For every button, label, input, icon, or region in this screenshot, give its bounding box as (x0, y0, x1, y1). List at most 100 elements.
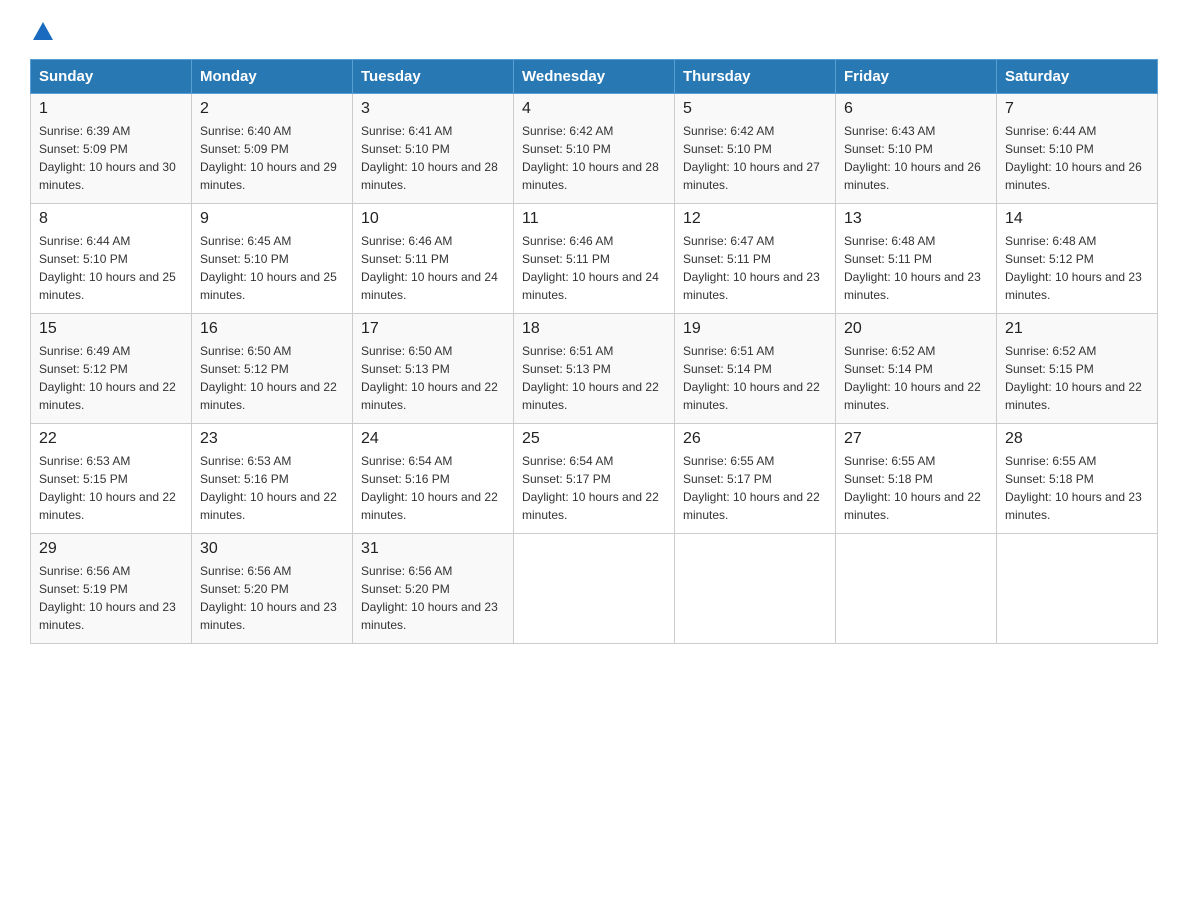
calendar-cell (675, 534, 836, 644)
day-number: 20 (844, 320, 988, 338)
day-number: 21 (1005, 320, 1149, 338)
calendar-cell: 4 Sunrise: 6:42 AMSunset: 5:10 PMDaylight… (514, 94, 675, 204)
calendar-cell: 31 Sunrise: 6:56 AMSunset: 5:20 PMDayligh… (353, 534, 514, 644)
calendar-cell: 20 Sunrise: 6:52 AMSunset: 5:14 PMDayligh… (836, 314, 997, 424)
day-info: Sunrise: 6:51 AMSunset: 5:13 PMDaylight:… (522, 342, 666, 414)
calendar-cell: 8 Sunrise: 6:44 AMSunset: 5:10 PMDaylight… (31, 204, 192, 314)
day-number: 3 (361, 100, 505, 118)
calendar-cell: 24 Sunrise: 6:54 AMSunset: 5:16 PMDayligh… (353, 424, 514, 534)
day-info: Sunrise: 6:45 AMSunset: 5:10 PMDaylight:… (200, 232, 344, 304)
day-info: Sunrise: 6:42 AMSunset: 5:10 PMDaylight:… (683, 122, 827, 194)
header-monday: Monday (192, 60, 353, 94)
calendar-cell: 29Sunrise: 6:56 AMSunset: 5:19 PMDayligh… (31, 534, 192, 644)
day-number: 4 (522, 100, 666, 118)
calendar-cell (997, 534, 1158, 644)
day-info: Sunrise: 6:56 AMSunset: 5:19 PMDaylight:… (39, 562, 183, 634)
day-info: Sunrise: 6:49 AMSunset: 5:12 PMDaylight:… (39, 342, 183, 414)
day-number: 15 (39, 320, 183, 338)
day-number: 24 (361, 430, 505, 448)
calendar-cell: 26 Sunrise: 6:55 AMSunset: 5:17 PMDayligh… (675, 424, 836, 534)
header-friday: Friday (836, 60, 997, 94)
day-number: 6 (844, 100, 988, 118)
day-info: Sunrise: 6:54 AMSunset: 5:16 PMDaylight:… (361, 452, 505, 524)
day-info: Sunrise: 6:47 AMSunset: 5:11 PMDaylight:… (683, 232, 827, 304)
calendar-cell: 30Sunrise: 6:56 AMSunset: 5:20 PMDayligh… (192, 534, 353, 644)
calendar-week-row: 8 Sunrise: 6:44 AMSunset: 5:10 PMDaylight… (31, 204, 1158, 314)
day-info: Sunrise: 6:41 AMSunset: 5:10 PMDaylight:… (361, 122, 505, 194)
day-number: 30 (200, 540, 344, 558)
day-number: 7 (1005, 100, 1149, 118)
day-info: Sunrise: 6:55 AMSunset: 5:18 PMDaylight:… (1005, 452, 1149, 524)
header-wednesday: Wednesday (514, 60, 675, 94)
day-info: Sunrise: 6:53 AMSunset: 5:16 PMDaylight:… (200, 452, 344, 524)
day-number: 2 (200, 100, 344, 118)
calendar-week-row: 22 Sunrise: 6:53 AMSunset: 5:15 PMDayligh… (31, 424, 1158, 534)
calendar-cell: 2 Sunrise: 6:40 AMSunset: 5:09 PMDaylight… (192, 94, 353, 204)
calendar-cell: 12 Sunrise: 6:47 AMSunset: 5:11 PMDayligh… (675, 204, 836, 314)
header-thursday: Thursday (675, 60, 836, 94)
calendar-cell: 22 Sunrise: 6:53 AMSunset: 5:15 PMDayligh… (31, 424, 192, 534)
day-number: 23 (200, 430, 344, 448)
day-number: 11 (522, 210, 666, 228)
calendar-cell (836, 534, 997, 644)
day-number: 10 (361, 210, 505, 228)
day-info: Sunrise: 6:48 AMSunset: 5:12 PMDaylight:… (1005, 232, 1149, 304)
calendar-cell: 21 Sunrise: 6:52 AMSunset: 5:15 PMDayligh… (997, 314, 1158, 424)
day-number: 9 (200, 210, 344, 228)
day-number: 22 (39, 430, 183, 448)
day-info: Sunrise: 6:48 AMSunset: 5:11 PMDaylight:… (844, 232, 988, 304)
day-info: Sunrise: 6:42 AMSunset: 5:10 PMDaylight:… (522, 122, 666, 194)
day-info: Sunrise: 6:46 AMSunset: 5:11 PMDaylight:… (522, 232, 666, 304)
day-info: Sunrise: 6:56 AMSunset: 5:20 PMDaylight:… (361, 562, 505, 634)
calendar-cell: 28 Sunrise: 6:55 AMSunset: 5:18 PMDayligh… (997, 424, 1158, 534)
day-number: 26 (683, 430, 827, 448)
page-header (30, 20, 1158, 39)
day-info: Sunrise: 6:52 AMSunset: 5:15 PMDaylight:… (1005, 342, 1149, 414)
day-info: Sunrise: 6:40 AMSunset: 5:09 PMDaylight:… (200, 122, 344, 194)
calendar-cell: 23 Sunrise: 6:53 AMSunset: 5:16 PMDayligh… (192, 424, 353, 534)
header-tuesday: Tuesday (353, 60, 514, 94)
calendar-week-row: 1Sunrise: 6:39 AMSunset: 5:09 PMDaylight… (31, 94, 1158, 204)
calendar-cell: 14 Sunrise: 6:48 AMSunset: 5:12 PMDayligh… (997, 204, 1158, 314)
day-number: 25 (522, 430, 666, 448)
calendar-cell: 16Sunrise: 6:50 AMSunset: 5:12 PMDayligh… (192, 314, 353, 424)
calendar-cell: 3 Sunrise: 6:41 AMSunset: 5:10 PMDaylight… (353, 94, 514, 204)
day-info: Sunrise: 6:51 AMSunset: 5:14 PMDaylight:… (683, 342, 827, 414)
day-number: 8 (39, 210, 183, 228)
day-number: 12 (683, 210, 827, 228)
day-number: 14 (1005, 210, 1149, 228)
day-number: 19 (683, 320, 827, 338)
day-number: 27 (844, 430, 988, 448)
calendar-cell: 15 Sunrise: 6:49 AMSunset: 5:12 PMDayligh… (31, 314, 192, 424)
day-info: Sunrise: 6:53 AMSunset: 5:15 PMDaylight:… (39, 452, 183, 524)
day-number: 31 (361, 540, 505, 558)
day-number: 18 (522, 320, 666, 338)
calendar-cell: 19 Sunrise: 6:51 AMSunset: 5:14 PMDayligh… (675, 314, 836, 424)
day-number: 13 (844, 210, 988, 228)
header-sunday: Sunday (31, 60, 192, 94)
day-number: 16 (200, 320, 344, 338)
header-saturday: Saturday (997, 60, 1158, 94)
day-info: Sunrise: 6:50 AMSunset: 5:13 PMDaylight:… (361, 342, 505, 414)
day-info: Sunrise: 6:44 AMSunset: 5:10 PMDaylight:… (39, 232, 183, 304)
calendar-cell: 13 Sunrise: 6:48 AMSunset: 5:11 PMDayligh… (836, 204, 997, 314)
day-info: Sunrise: 6:55 AMSunset: 5:18 PMDaylight:… (844, 452, 988, 524)
calendar-week-row: 29Sunrise: 6:56 AMSunset: 5:19 PMDayligh… (31, 534, 1158, 644)
day-info: Sunrise: 6:52 AMSunset: 5:14 PMDaylight:… (844, 342, 988, 414)
calendar-cell: 5Sunrise: 6:42 AMSunset: 5:10 PMDaylight… (675, 94, 836, 204)
calendar-cell: 27 Sunrise: 6:55 AMSunset: 5:18 PMDayligh… (836, 424, 997, 534)
day-info: Sunrise: 6:44 AMSunset: 5:10 PMDaylight:… (1005, 122, 1149, 194)
calendar-cell: 17Sunrise: 6:50 AMSunset: 5:13 PMDayligh… (353, 314, 514, 424)
day-info: Sunrise: 6:54 AMSunset: 5:17 PMDaylight:… (522, 452, 666, 524)
calendar-table: SundayMondayTuesdayWednesdayThursdayFrid… (30, 59, 1158, 644)
calendar-cell: 25 Sunrise: 6:54 AMSunset: 5:17 PMDayligh… (514, 424, 675, 534)
day-info: Sunrise: 6:55 AMSunset: 5:17 PMDaylight:… (683, 452, 827, 524)
day-info: Sunrise: 6:46 AMSunset: 5:11 PMDaylight:… (361, 232, 505, 304)
day-info: Sunrise: 6:43 AMSunset: 5:10 PMDaylight:… (844, 122, 988, 194)
calendar-cell: 11 Sunrise: 6:46 AMSunset: 5:11 PMDayligh… (514, 204, 675, 314)
calendar-cell (514, 534, 675, 644)
calendar-header-row: SundayMondayTuesdayWednesdayThursdayFrid… (31, 60, 1158, 94)
calendar-cell: 1Sunrise: 6:39 AMSunset: 5:09 PMDaylight… (31, 94, 192, 204)
day-number: 28 (1005, 430, 1149, 448)
calendar-cell: 10 Sunrise: 6:46 AMSunset: 5:11 PMDayligh… (353, 204, 514, 314)
